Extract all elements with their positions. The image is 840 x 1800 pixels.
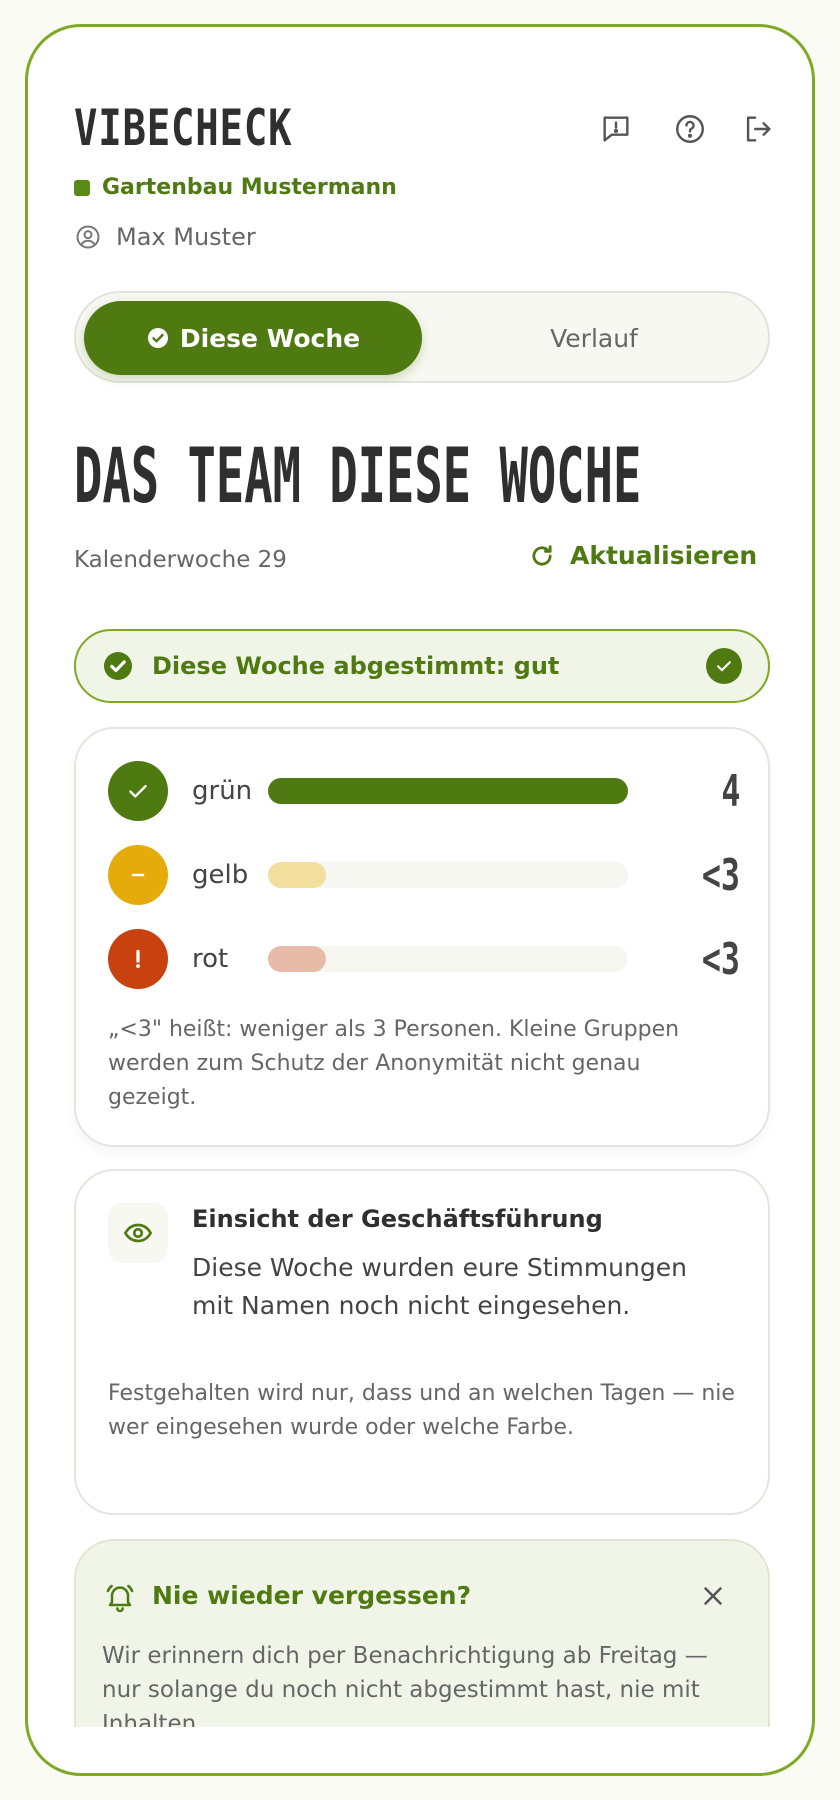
voted-banner: Diese Woche abgestimmt: gut — [74, 629, 770, 703]
bell-icon — [106, 1584, 134, 1613]
page-title: DAS TEAM DIESE WOCHE — [74, 431, 642, 520]
view-tabs: Diese Woche Verlauf — [74, 291, 770, 383]
company-dot-icon — [74, 179, 90, 196]
feedback-icon[interactable] — [596, 109, 636, 149]
insight-title: Einsicht der Geschäftsführung — [192, 1205, 603, 1233]
check-icon — [717, 661, 731, 672]
user-icon — [76, 225, 100, 249]
mood-row-yellow: gelb <3 — [108, 845, 740, 905]
mood-row-red: rot <3 — [108, 929, 740, 989]
exclamation-icon — [108, 929, 168, 989]
voted-badge — [706, 648, 742, 684]
mood-bar-fill — [268, 778, 628, 804]
anonymity-note: „<3" heißt: weniger als 3 Personen. Klei… — [108, 1017, 680, 1110]
tab-history[interactable]: Verlauf — [426, 301, 762, 375]
check-circle-icon — [147, 328, 168, 348]
mood-bar-track — [268, 862, 628, 888]
mood-bar-fill — [268, 862, 326, 888]
minus-icon — [108, 845, 168, 905]
calendar-week: Kalenderwoche 29 — [74, 547, 287, 573]
reminder-title: Nie wieder vergessen? — [152, 1581, 472, 1610]
mood-row-green: grün 4 — [108, 761, 740, 821]
user-name: Max Muster — [116, 223, 256, 251]
insight-body: Diese Woche wurden eure Stimmungen mit N… — [192, 1253, 687, 1320]
mood-count: <3 — [701, 849, 740, 901]
eye-icon — [108, 1203, 168, 1263]
company-name: Gartenbau Mustermann — [102, 175, 397, 200]
refresh-button[interactable]: Aktualisieren — [528, 541, 757, 570]
app-frame: VIBECHECK Gartenbau Mustermann Max Muste… — [25, 24, 815, 1776]
reminder-card: Nie wieder vergessen? Wir erinnern dich … — [74, 1539, 770, 1727]
voted-text: Diese Woche abgestimmt: gut — [152, 652, 560, 680]
mood-counts-card: grün 4 gelb <3 rot <3 „<3" heißt: wenige… — [74, 727, 770, 1147]
refresh-label: Aktualisieren — [570, 541, 758, 570]
company-label: Gartenbau Mustermann — [74, 175, 397, 200]
tab-this-week-label: Diese Woche — [179, 323, 361, 353]
mood-bar-track — [268, 778, 628, 804]
refresh-icon — [532, 544, 552, 565]
help-icon[interactable] — [670, 109, 710, 149]
user-label: Max Muster — [74, 223, 256, 251]
scroll-content[interactable]: VIBECHECK Gartenbau Mustermann Max Muste… — [28, 27, 812, 1727]
mood-bar-fill — [268, 946, 326, 972]
tab-this-week[interactable]: Diese Woche — [84, 301, 422, 375]
mood-count: <3 — [701, 933, 740, 985]
management-insight-card: Einsicht der Geschäftsführung Diese Woch… — [74, 1169, 770, 1515]
insight-note: Festgehalten wird nur, dass und an welch… — [108, 1381, 735, 1440]
mood-label: gelb — [192, 860, 249, 890]
check-icon — [108, 761, 168, 821]
brand-logo: VIBECHECK — [74, 99, 293, 157]
check-circle-icon — [104, 652, 132, 680]
close-icon[interactable] — [698, 1581, 728, 1611]
logout-icon[interactable] — [738, 109, 778, 149]
mood-label: rot — [192, 944, 229, 974]
mood-count: 4 — [720, 765, 740, 817]
mood-label: grün — [192, 776, 253, 806]
reminder-body: Wir erinnern dich per Benachrichtigung a… — [102, 1643, 708, 1727]
mood-bar-track — [268, 946, 628, 972]
